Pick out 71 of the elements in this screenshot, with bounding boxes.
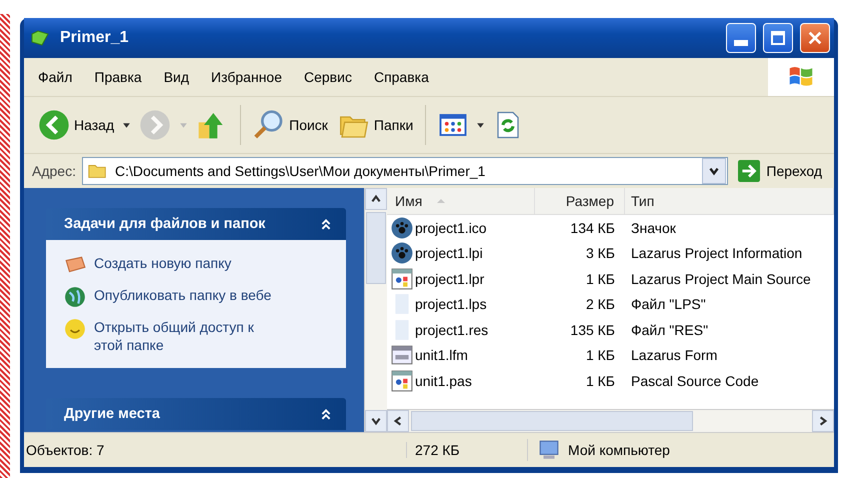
column-header[interactable]: Имя — [387, 188, 535, 214]
address-label: Адрес: — [32, 163, 76, 179]
file-size: 3 КБ — [584, 245, 616, 262]
paw-icon — [391, 242, 413, 264]
menu-item[interactable]: Правка — [94, 69, 142, 85]
file-name[interactable]: project1.lps — [415, 296, 487, 312]
vertical-scrollbar[interactable] — [364, 188, 387, 432]
file-type: Значок — [630, 220, 677, 236]
minimize-icon — [734, 40, 748, 46]
file-name[interactable]: project1.ico — [415, 220, 487, 236]
task-link[interactable]: Опубликовать папку в вебе — [94, 286, 274, 304]
menu-item[interactable]: Избранное — [211, 69, 282, 85]
computer-icon — [538, 439, 560, 461]
collapse-icon — [320, 218, 332, 230]
file-size: 134 КБ — [569, 220, 616, 236]
file-type: Pascal Source Code — [630, 372, 760, 389]
file-size: 1 КБ — [584, 347, 616, 364]
source-file-icon — [391, 370, 413, 392]
file-type: Файл "LPS" — [630, 296, 707, 312]
search-button[interactable]: Поиск — [251, 107, 330, 143]
menu-item[interactable]: Сервис — [304, 69, 352, 85]
scroll-left-icon[interactable] — [392, 415, 404, 427]
scroll-down-icon[interactable] — [370, 415, 382, 427]
source-file-icon — [391, 268, 413, 290]
file-size: 1 КБ — [584, 270, 616, 287]
close-icon — [807, 30, 823, 46]
file-name[interactable]: project1.lpi — [415, 245, 483, 262]
windows-logo-icon — [768, 58, 834, 96]
globe-icon — [64, 286, 86, 308]
paw-icon — [391, 216, 413, 239]
back-button[interactable]: Назад — [36, 107, 116, 143]
file-name[interactable]: unit1.pas — [415, 372, 472, 389]
file-type: Файл "RES" — [630, 322, 710, 338]
minimize-button[interactable] — [726, 23, 756, 53]
horizontal-scrollbar[interactable] — [387, 409, 834, 432]
folders-button[interactable]: Папки — [336, 107, 416, 143]
search-icon — [253, 109, 286, 141]
object-count: Объектов: 7 — [25, 442, 106, 458]
menu-item[interactable]: Файл — [38, 69, 72, 85]
window-title: Primer_1 — [60, 29, 128, 47]
smiley-icon — [64, 318, 86, 340]
sort-arrow-icon — [436, 198, 446, 204]
file-type: Lazarus Form — [630, 347, 718, 364]
scroll-up-icon[interactable] — [370, 193, 382, 205]
dropdown-icon[interactable] — [708, 165, 720, 177]
file-size: 1 КБ — [584, 372, 616, 389]
file-type: Lazarus Project Information — [630, 245, 804, 262]
total-size: 272 КБ — [406, 442, 527, 458]
file-name[interactable]: project1.res — [415, 322, 488, 338]
file-size: 135 КБ — [569, 322, 616, 338]
file-type: Lazarus Project Main Source — [630, 270, 812, 287]
scroll-right-icon[interactable] — [817, 415, 829, 427]
column-header[interactable]: Тип — [625, 188, 834, 214]
column-header[interactable]: Размер — [535, 188, 625, 214]
address-field[interactable]: C:\Documents and Settings\User\Мои документы\Primer_1 — [82, 157, 728, 185]
location-label: Мой компьютер — [568, 442, 670, 458]
menu-item[interactable]: Вид — [164, 69, 190, 85]
go-button[interactable]: Переход — [734, 160, 826, 182]
maximize-icon — [770, 30, 786, 46]
caret-icon[interactable] — [122, 120, 132, 130]
task-link[interactable]: Создать новую папку — [94, 254, 274, 272]
menu-item[interactable]: Справка — [374, 69, 429, 85]
close-button[interactable] — [800, 23, 830, 53]
form-icon — [391, 344, 413, 366]
file-size: 2 КБ — [584, 296, 616, 312]
file-name[interactable]: project1.lpr — [415, 270, 484, 287]
task-link[interactable]: Открыть общий доступ к этой папке — [94, 318, 274, 354]
caret-icon[interactable] — [476, 120, 486, 130]
file-name[interactable]: unit1.lfm — [415, 347, 468, 364]
collapse-icon — [320, 408, 332, 420]
maximize-button[interactable] — [763, 23, 793, 53]
